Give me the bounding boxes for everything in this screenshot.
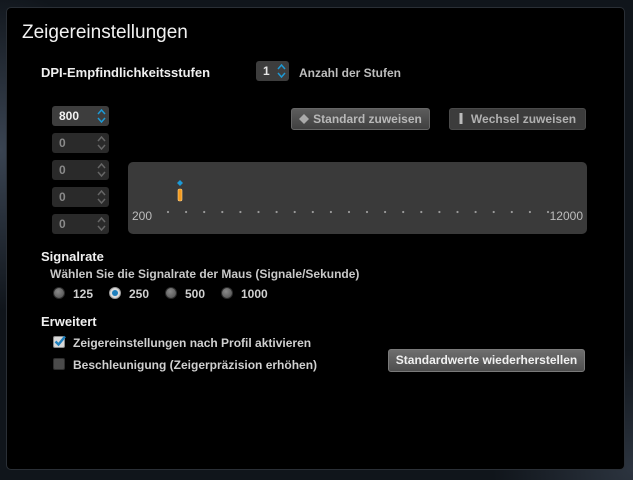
slider-tick-dot xyxy=(311,210,314,214)
radio-125-label: 125 xyxy=(73,287,94,301)
stepper-arrows-icon[interactable] xyxy=(97,162,106,178)
slider-tick-dot xyxy=(166,210,170,214)
slider-tick-dot xyxy=(293,210,296,214)
stepper-arrows-icon[interactable] xyxy=(97,108,106,124)
slider-tick-dot xyxy=(185,210,188,214)
slider-tick-dot xyxy=(528,210,531,214)
slider-tick-dot xyxy=(384,210,387,214)
slider-tick-dot xyxy=(420,210,423,214)
profile-settings-checkbox[interactable] xyxy=(53,335,66,348)
dpi-slider-thumb[interactable] xyxy=(177,188,183,202)
slider-min-label: 200 xyxy=(132,209,153,223)
dpi-stage-4-stepper[interactable]: 0 xyxy=(52,187,109,207)
dpi-stage-2-stepper[interactable]: 0 xyxy=(52,133,109,153)
dpi-stage-1-stepper[interactable]: 800 xyxy=(52,106,109,126)
radio-500[interactable] xyxy=(165,287,177,299)
radio-250-label: 250 xyxy=(129,287,150,301)
bar-icon xyxy=(459,113,463,124)
dpi-stage-4-value: 0 xyxy=(59,190,66,204)
checkmark-icon xyxy=(54,335,66,347)
slider-tick-dot xyxy=(438,210,441,214)
pointer-settings-panel: Zeigereinstellungen DPI-Empfindlichkeits… xyxy=(6,7,625,470)
acceleration-checkbox[interactable] xyxy=(53,358,65,370)
radio-1000-label: 1000 xyxy=(241,287,268,301)
advanced-heading: Erweitert xyxy=(41,314,97,329)
stepper-arrows-icon[interactable] xyxy=(277,63,286,79)
slider-tick-dot xyxy=(456,210,459,214)
slider-tick-dot xyxy=(275,210,278,214)
levels-count-label: Anzahl der Stufen xyxy=(299,66,402,80)
slider-tick-dot xyxy=(474,210,477,214)
page-title: Zeigereinstellungen xyxy=(22,22,188,43)
dpi-slider-graphic xyxy=(166,180,550,214)
levels-count-value: 1 xyxy=(263,64,270,78)
assign-default-label: Standard zuweisen xyxy=(313,112,422,126)
slider-tick-dot xyxy=(203,210,206,214)
dpi-stage-3-stepper[interactable]: 0 xyxy=(52,160,109,180)
radio-1000[interactable] xyxy=(221,287,233,299)
slider-tick-dot xyxy=(510,210,513,214)
slider-tick-dot xyxy=(239,210,242,214)
slider-tick-dot xyxy=(347,210,351,214)
levels-count-stepper[interactable]: 1 xyxy=(256,61,289,81)
dpi-stage-2-value: 0 xyxy=(59,136,66,150)
assign-switch-label: Wechsel zuweisen xyxy=(470,112,577,126)
restore-defaults-button[interactable]: Standardwerte wiederherstellen xyxy=(388,349,585,372)
restore-defaults-label: Standardwerte wiederherstellen xyxy=(395,353,578,367)
stepper-arrows-icon[interactable] xyxy=(97,216,106,232)
slider-tick-dot xyxy=(257,210,260,214)
dpi-marker-diamond-icon xyxy=(177,180,183,186)
slider-tick-dot xyxy=(221,210,224,214)
assign-default-button[interactable]: Standard zuweisen xyxy=(291,108,430,130)
slider-tick-dot xyxy=(492,210,495,214)
dpi-stage-1-value: 800 xyxy=(59,109,80,123)
slider-max-label: 12000 xyxy=(549,209,583,223)
radio-500-label: 500 xyxy=(185,287,206,301)
stepper-arrows-icon[interactable] xyxy=(97,189,106,205)
polling-description: Wählen Sie die Signalrate der Maus (Sign… xyxy=(50,267,360,281)
slider-tick-dot xyxy=(402,210,405,214)
radio-125[interactable] xyxy=(53,287,65,299)
stepper-arrows-icon[interactable] xyxy=(97,135,106,151)
dpi-stage-5-value: 0 xyxy=(59,217,66,231)
slider-tick-dot xyxy=(329,210,332,214)
dpi-heading: DPI-Empfindlichkeitsstufen xyxy=(41,65,211,80)
polling-heading: Signalrate xyxy=(41,249,104,264)
acceleration-label: Beschleunigung (Zeigerpräzision erhöhen) xyxy=(73,358,318,372)
slider-tick-dot xyxy=(365,210,369,214)
dpi-stage-3-value: 0 xyxy=(59,163,66,177)
dpi-slider[interactable]: 200 12000 xyxy=(128,162,587,234)
diamond-icon xyxy=(299,114,310,124)
dpi-stage-5-stepper[interactable]: 0 xyxy=(52,214,109,234)
profile-settings-label: Zeigereinstellungen nach Profil aktivier… xyxy=(73,336,312,350)
radio-250[interactable] xyxy=(109,287,121,299)
assign-switch-button[interactable]: Wechsel zuweisen xyxy=(449,108,586,130)
